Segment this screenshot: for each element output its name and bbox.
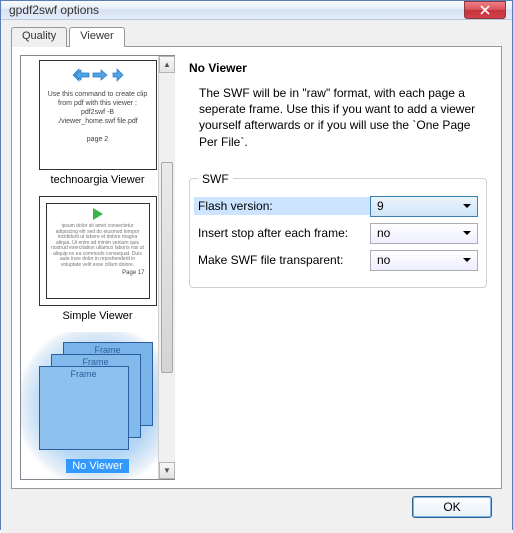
viewer-thumb: ipsum dolor sit amet consectetur adipisc… (39, 196, 157, 306)
play-arrow-icon (93, 208, 103, 220)
row-insert-stop: Insert stop after each frame: no (198, 223, 478, 244)
thumb-text: Use this command to create clip from pdf… (46, 90, 150, 145)
combo-value: no (377, 226, 390, 240)
tab-viewer-panel: Use this command to create clip from pdf… (11, 46, 502, 489)
label-transparent: Make SWF file transparent: (198, 253, 370, 267)
thumb-page-num: Page 17 (51, 270, 145, 276)
tab-strip: Quality Viewer (11, 26, 502, 46)
label-insert-stop: Insert stop after each frame: (198, 226, 370, 240)
tab-viewer[interactable]: Viewer (69, 27, 124, 47)
combo-flash-version[interactable]: 9 (370, 196, 478, 217)
viewer-list: Use this command to create clip from pdf… (20, 55, 175, 480)
scroll-up-button[interactable]: ▲ (159, 56, 175, 73)
chevron-down-icon (463, 258, 471, 262)
label-flash-version: Flash version: (194, 197, 370, 215)
row-flash-version: Flash version: 9 (198, 196, 478, 217)
ok-button[interactable]: OK (412, 496, 492, 518)
titlebar: gpdf2swf options (1, 1, 512, 20)
chevron-down-icon (463, 231, 471, 235)
chevron-down-icon (463, 204, 471, 208)
viewer-thumb: Frame Frame Frame (39, 342, 157, 452)
dialog-footer: OK (11, 489, 502, 525)
dialog-window: gpdf2swf options Quality Viewer (0, 0, 513, 530)
thumb-filler-text: ipsum dolor sit amet consectetur adipisc… (51, 224, 145, 268)
scroll-thumb[interactable] (161, 162, 173, 374)
viewer-option-technoargia[interactable]: Use this command to create clip from pdf… (21, 60, 174, 186)
client-area: Quality Viewer (1, 20, 512, 533)
details-description: The SWF will be in "raw" format, with ea… (199, 85, 483, 150)
viewer-label: No Viewer (66, 459, 129, 473)
combo-transparent[interactable]: no (370, 250, 478, 271)
swf-options-group: SWF Flash version: 9 Insert stop after e… (189, 172, 487, 288)
tab-quality[interactable]: Quality (11, 27, 67, 47)
details-title: No Viewer (189, 61, 489, 75)
close-icon (480, 5, 490, 15)
viewer-option-noviewer[interactable]: Frame Frame Frame No Viewer (21, 332, 174, 479)
viewer-details-panel: No Viewer The SWF will be in "raw" forma… (181, 55, 493, 480)
viewer-thumb: Use this command to create clip from pdf… (39, 60, 157, 170)
scroll-down-button[interactable]: ▼ (159, 462, 175, 479)
combo-value: 9 (377, 199, 384, 213)
vertical-scrollbar[interactable]: ▲ ▼ (158, 56, 175, 479)
row-transparent: Make SWF file transparent: no (198, 250, 478, 271)
combo-insert-stop[interactable]: no (370, 223, 478, 244)
nav-arrows-icon (46, 67, 150, 86)
viewer-label: technoargia Viewer (21, 174, 174, 186)
close-button[interactable] (464, 1, 506, 19)
frame-icon: Frame (39, 366, 129, 450)
swf-legend: SWF (198, 172, 233, 186)
viewer-label: Simple Viewer (21, 310, 174, 322)
window-title: gpdf2swf options (9, 3, 464, 17)
combo-value: no (377, 253, 390, 267)
viewer-list-inner: Use this command to create clip from pdf… (21, 56, 174, 479)
viewer-option-simple[interactable]: ipsum dolor sit amet consectetur adipisc… (21, 196, 174, 322)
